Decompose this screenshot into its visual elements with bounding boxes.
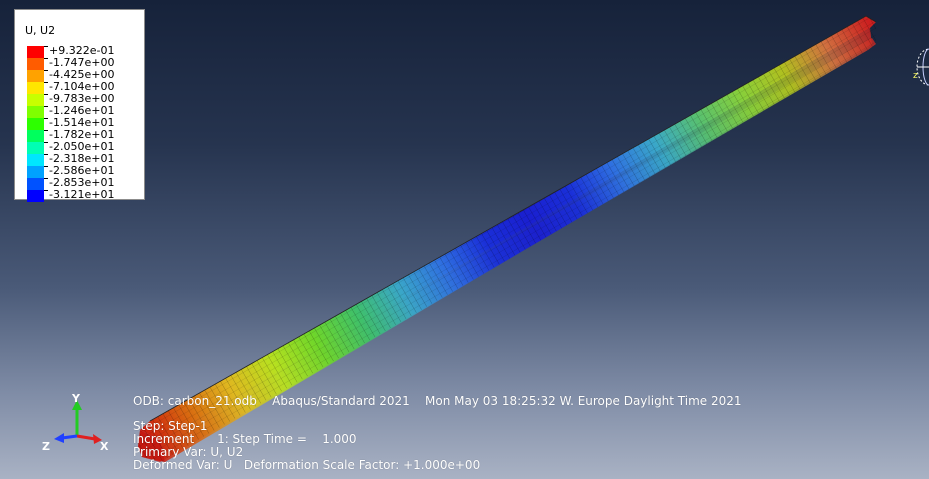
legend-tick: [44, 166, 48, 167]
triad-x-axis: [76, 434, 96, 441]
legend-swatch: [27, 118, 44, 130]
legend-swatch: [27, 94, 44, 106]
legend-swatch: [27, 190, 44, 202]
triad-x-label: X: [100, 440, 109, 453]
legend-swatch: [27, 142, 44, 154]
legend-title: U, U2: [25, 24, 56, 37]
legend-tick: [44, 70, 48, 71]
legend-tick: [44, 82, 48, 83]
rotation-center-icon[interactable]: z: [910, 42, 929, 92]
legend-swatch: [27, 178, 44, 190]
legend-tick: [44, 190, 48, 191]
contour-legend[interactable]: U, U2 +9.322e-01 -1.747e+00 -4.425e+00 -7.1…: [14, 9, 145, 202]
triad-z-arrow: [54, 433, 64, 443]
legend-swatch: [27, 166, 44, 178]
legend-tick: [44, 94, 48, 95]
legend-tick: [44, 46, 48, 47]
legend-swatch: [27, 82, 44, 94]
deformed-var-line: Deformed Var: U Deformation Scale Factor…: [133, 458, 481, 472]
triad-z-label: Z: [42, 440, 50, 453]
odb-info-line: ODB: carbon_21.odb Abaqus/Standard 2021 …: [133, 394, 742, 408]
rotation-z-label: z: [913, 71, 918, 81]
legend-tick: [44, 58, 48, 59]
legend-swatch: [27, 46, 44, 58]
legend-tick: [44, 142, 48, 143]
legend-swatch: [27, 154, 44, 166]
legend-tick: [44, 154, 48, 155]
legend-value: -3.121e+01: [49, 188, 115, 201]
view-triad[interactable]: Y X Z: [40, 386, 120, 456]
triad-z-axis: [61, 434, 78, 440]
legend-tick: [44, 106, 48, 107]
triad-y-label: Y: [71, 392, 81, 405]
legend-swatch: [27, 130, 44, 142]
legend-swatch: [27, 70, 44, 82]
legend-tick: [44, 118, 48, 119]
legend-tick: [44, 178, 48, 179]
legend-swatch: [27, 58, 44, 70]
legend-entry: -3.121e+01: [27, 188, 142, 202]
legend-tick: [44, 130, 48, 131]
legend-swatch: [27, 106, 44, 118]
